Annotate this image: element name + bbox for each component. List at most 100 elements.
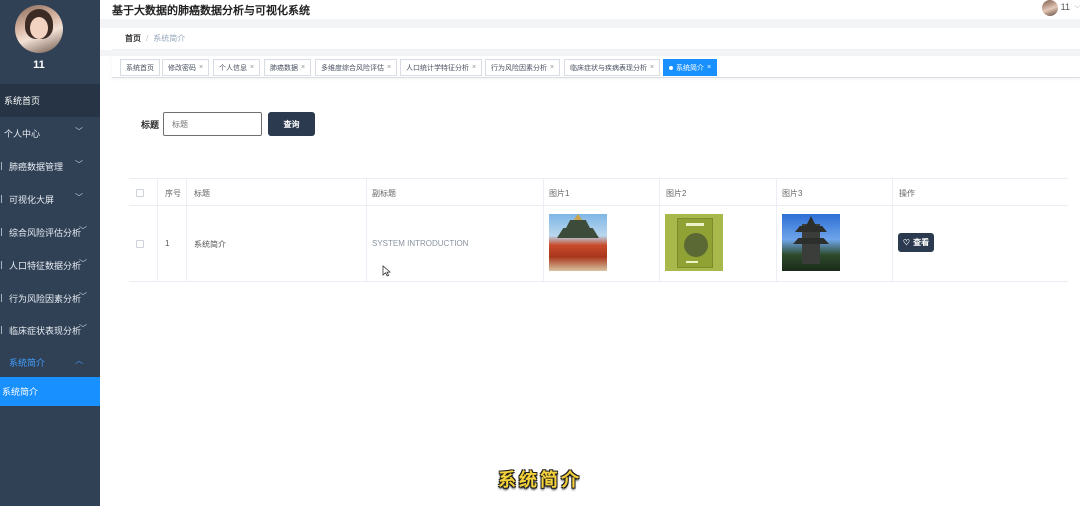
sidebar-item-label: 个人中心 — [4, 128, 41, 139]
header-actions: 操作 — [899, 189, 915, 198]
close-icon[interactable]: × — [707, 64, 711, 71]
view-button[interactable]: ♡ 查看 — [898, 233, 934, 252]
tab-home[interactable]: 系统首页 — [120, 59, 160, 76]
sidebar-subitem-system-intro[interactable]: 系统简介 — [0, 377, 100, 406]
sidebar-item-clinical-symptoms[interactable]: 临床症状表现分析 ﹀ — [0, 318, 100, 342]
header-divider — [100, 19, 1080, 28]
sidebar-item-demographics[interactable]: 人口特征数据分析 ﹀ — [0, 253, 100, 277]
chevron-down-icon: ﹀ — [79, 324, 87, 333]
tab-label: 临床症状与疾病表现分析 — [570, 64, 647, 72]
chevron-down-icon: ﹀ — [79, 226, 87, 235]
menu-icon — [0, 326, 2, 334]
tab-label: 肺癌数据 — [270, 64, 298, 72]
breadcrumb: 首页 / 系统简介 — [112, 28, 1080, 50]
pagoda-roof-top — [573, 214, 583, 221]
breadcrumb-separator: / — [146, 34, 149, 43]
sidebar-item-visual-screen[interactable]: 可视化大屏 ﹀ — [0, 187, 100, 211]
tab-demographics[interactable]: 人口统计学特征分析 × — [400, 59, 483, 76]
sidebar-item-home[interactable]: 系统首页 — [0, 84, 100, 117]
header-image2: 图片2 — [666, 189, 687, 198]
header-username[interactable]: 11 — [1061, 2, 1070, 12]
sidebar-item-label: 可视化大屏 — [9, 194, 55, 205]
sidebar-item-lung-cancer-data[interactable]: 肺癌数据管理 ﹀ — [0, 154, 100, 178]
header-image1: 图片1 — [549, 189, 570, 198]
row-image3[interactable] — [782, 214, 840, 271]
avatar-face — [30, 17, 48, 39]
chevron-up-icon: ︿ — [75, 356, 83, 365]
close-icon[interactable]: × — [472, 64, 476, 71]
book-title-bar — [686, 223, 704, 226]
book-cover — [677, 218, 713, 268]
row-checkbox[interactable] — [136, 240, 144, 248]
search-label: 标题 — [141, 120, 160, 130]
app-title: 基于大数据的肺癌数据分析与可视化系统 — [112, 5, 310, 17]
tab-lung-cancer-data[interactable]: 肺癌数据 × — [264, 59, 312, 76]
menu-icon — [0, 261, 2, 269]
active-dot-icon — [669, 65, 673, 70]
chevron-down-icon: ﹀ — [75, 193, 83, 202]
tab-change-password[interactable]: 修改密码 × — [162, 59, 210, 76]
close-icon[interactable]: × — [387, 64, 391, 71]
sidebar-item-behavior-risk[interactable]: 行为风险因素分析 ﹀ — [0, 286, 100, 310]
tower-eave-upper — [795, 226, 827, 232]
sidebar-item-label: 人口特征数据分析 — [9, 260, 82, 271]
tab-label: 修改密码 — [168, 64, 196, 72]
column-divider — [157, 178, 158, 282]
title-search-input[interactable] — [163, 112, 262, 136]
avatar[interactable] — [15, 5, 63, 53]
close-icon[interactable]: × — [250, 64, 254, 71]
close-icon[interactable]: × — [650, 64, 654, 71]
top-header: 基于大数据的肺癌数据分析与可视化系统 11 ⌵ — [100, 0, 1080, 19]
book-footer-bar — [686, 261, 698, 263]
tab-behavior-risk[interactable]: 行为风险因素分析 × — [485, 59, 561, 76]
chevron-down-icon: ﹀ — [79, 292, 87, 301]
row-title: 系统简介 — [194, 240, 226, 249]
chevron-down-icon: ﹀ — [75, 127, 83, 136]
sidebar: 11 系统首页 个人中心 ﹀ 肺癌数据管理 ﹀ 可视化大屏 ﹀ 综合风险评估分析… — [0, 0, 100, 506]
header-subtitle: 副标题 — [372, 189, 396, 198]
close-icon[interactable]: × — [199, 64, 203, 71]
close-icon[interactable]: × — [301, 64, 305, 71]
heart-icon: ♡ — [902, 238, 911, 247]
tab-system-intro[interactable]: 系统简介 × — [663, 59, 718, 76]
tab-label: 多维度综合风险评估 — [321, 64, 384, 72]
sidebar-item-system-intro[interactable]: 系统简介 ︿ — [0, 350, 100, 374]
search-button[interactable]: 查询 — [268, 112, 315, 136]
menu-icon — [0, 294, 2, 302]
breadcrumb-current: 系统简介 — [153, 34, 186, 43]
video-caption: 系统简介 — [498, 470, 582, 491]
tower-spire — [806, 216, 816, 226]
menu-icon — [0, 195, 2, 203]
column-divider — [543, 178, 544, 282]
column-divider — [892, 178, 893, 282]
sidebar-item-label: 行为风险因素分析 — [9, 293, 82, 304]
sidebar-item-personal-center[interactable]: 个人中心 ﹀ — [0, 121, 100, 145]
header-avatar[interactable] — [1042, 0, 1058, 16]
breadcrumb-home[interactable]: 首页 — [125, 33, 141, 44]
close-icon[interactable]: × — [550, 64, 554, 71]
sidebar-item-risk-assessment[interactable]: 综合风险评估分析 ﹀ — [0, 220, 100, 244]
tab-label: 行为风险因素分析 — [491, 64, 547, 72]
chevron-down-icon: ﹀ — [75, 160, 83, 169]
column-divider — [366, 178, 367, 282]
column-divider — [659, 178, 660, 282]
row-image1[interactable] — [549, 214, 607, 271]
column-divider — [186, 178, 187, 282]
sidebar-item-label: 综合风险评估分析 — [9, 227, 82, 238]
header-index: 序号 — [165, 189, 181, 198]
tower-eave-lower — [793, 238, 829, 244]
tab-personal-info[interactable]: 个人信息 × — [213, 59, 261, 76]
tab-clinical-symptoms[interactable]: 临床症状与疾病表现分析 × — [564, 59, 661, 76]
book-emblem — [684, 233, 708, 257]
select-all-checkbox[interactable] — [136, 189, 144, 197]
sidebar-username: 11 — [33, 59, 45, 71]
row-index: 1 — [165, 239, 170, 248]
row-image2[interactable] — [665, 214, 723, 271]
view-button-label: 查看 — [913, 238, 930, 247]
sidebar-item-label: 临床症状表现分析 — [9, 325, 82, 336]
chevron-down-icon[interactable]: ⌵ — [1075, 3, 1080, 11]
chevron-down-icon: ﹀ — [79, 259, 87, 268]
tab-multi-risk[interactable]: 多维度综合风险评估 × — [315, 59, 398, 76]
tab-label: 系统简介 — [676, 64, 704, 72]
tags-view: 系统首页 修改密码 × 个人信息 × 肺癌数据 × 多维度综合风险评估 × 人口统计学特… — [112, 56, 1080, 78]
